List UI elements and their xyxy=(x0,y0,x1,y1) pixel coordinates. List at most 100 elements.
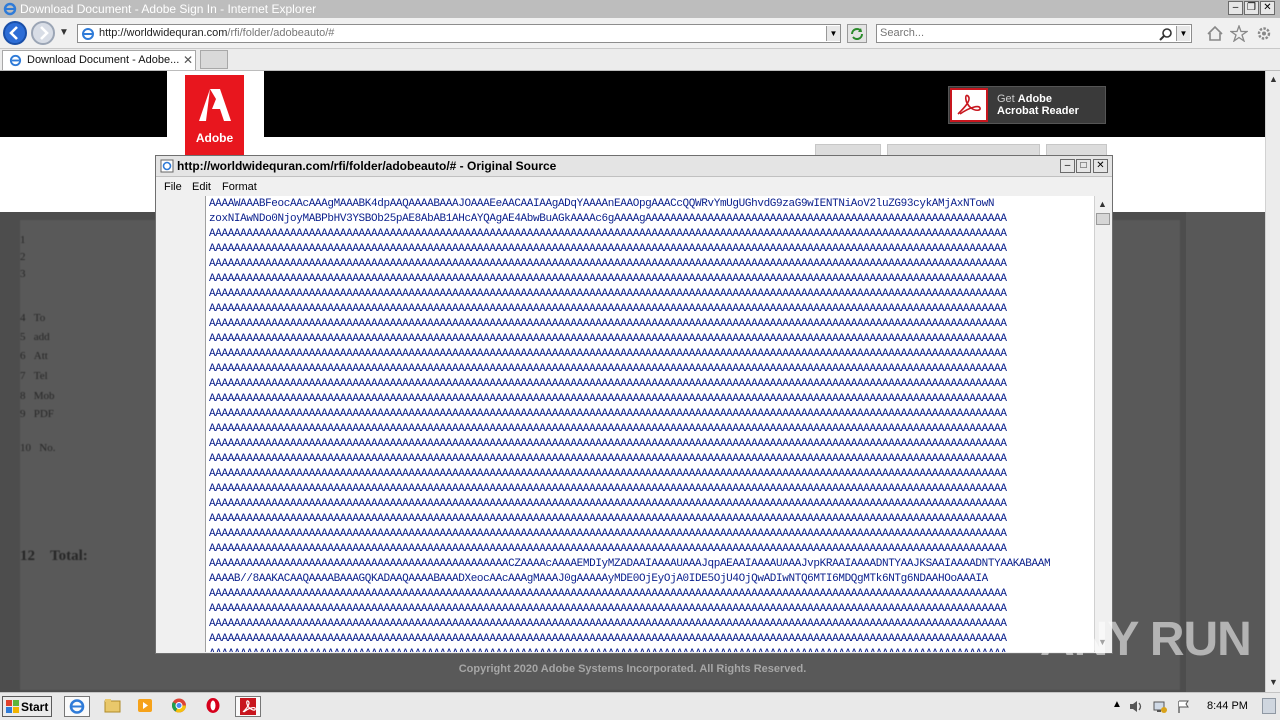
anyrun-watermark: ANY RUN xyxy=(1040,613,1252,666)
doc-row-text: Att xyxy=(33,350,48,362)
doc-row-number: 2 xyxy=(20,251,26,263)
get-reader-line2: Acrobat Reader xyxy=(997,105,1079,117)
search-box[interactable]: ▼ xyxy=(876,24,1192,43)
network-icon[interactable] xyxy=(1152,699,1168,714)
favorites-star-icon[interactable] xyxy=(1230,25,1248,42)
chrome-icon xyxy=(171,698,186,713)
taskbar-acrobat-button[interactable] xyxy=(235,696,261,717)
source-scroll-up-icon[interactable]: ▲ xyxy=(1095,196,1110,212)
doc-row-number: 12 xyxy=(20,548,35,564)
window-titlebar[interactable]: Download Document - Adobe Sign In - Inte… xyxy=(0,0,1280,18)
source-menubar: File Edit Format xyxy=(156,177,1112,195)
source-window-titlebar[interactable]: http://worldwidequran.com/rfi/folder/ado… xyxy=(156,156,1112,177)
doc-row-text: PDF xyxy=(33,408,54,420)
doc-row-text: Mob xyxy=(33,390,55,402)
show-desktop-button[interactable] xyxy=(1262,698,1276,714)
tab-close-icon[interactable]: ✕ xyxy=(183,53,193,67)
opera-icon xyxy=(206,698,220,713)
source-line-gutter xyxy=(158,196,202,652)
arrow-right-icon xyxy=(40,26,49,40)
tab-ie-icon xyxy=(9,54,22,67)
adobe-a-icon xyxy=(199,89,231,121)
search-dropdown-icon[interactable]: ▼ xyxy=(1176,26,1190,41)
get-acrobat-reader-button[interactable]: Get Adobe Acrobat Reader xyxy=(948,86,1106,124)
navigation-bar: ▼ http://worldwidequran.com/rfi/folder/a… xyxy=(0,18,1280,49)
menu-file[interactable]: File xyxy=(164,181,182,193)
menu-edit[interactable]: Edit xyxy=(192,181,211,193)
minimize-button[interactable]: – xyxy=(1228,1,1243,15)
source-minimize-button[interactable]: – xyxy=(1060,159,1075,173)
source-window-title: http://worldwidequran.com/rfi/folder/ado… xyxy=(177,159,557,173)
page-scrollbar[interactable]: ▲ ▼ xyxy=(1265,71,1280,692)
page-header: Adobe Get Adobe Acrobat Reader xyxy=(0,71,1265,155)
address-path: /rfi/folder/adobeauto/# xyxy=(227,27,335,39)
back-button[interactable] xyxy=(3,21,27,45)
search-input[interactable] xyxy=(880,26,1150,40)
menu-format[interactable]: Format xyxy=(222,181,257,193)
tray-expand-icon[interactable]: ▲ xyxy=(1112,699,1122,710)
scroll-down-arrow-icon[interactable]: ▼ xyxy=(1266,674,1280,690)
taskbar: Start ▲ 8:44 PM xyxy=(0,692,1280,720)
source-scroll-thumb[interactable] xyxy=(1096,213,1110,225)
forward-button[interactable] xyxy=(31,21,55,45)
window-title: Download Document - Adobe Sign In - Inte… xyxy=(20,2,317,16)
get-reader-line1: Get Adobe xyxy=(997,93,1052,105)
taskbar-explorer-button[interactable] xyxy=(100,696,126,717)
doc-row-text: No. xyxy=(39,442,56,454)
taskbar-chrome-button[interactable] xyxy=(167,696,193,717)
doc-row-number: 3 xyxy=(20,268,26,280)
doc-row-text: Total: xyxy=(50,548,88,564)
page-icon xyxy=(82,28,94,40)
adobe-logo-text: Adobe xyxy=(195,131,234,145)
tab-bar: Download Document - Adobe... ✕ xyxy=(0,49,1280,71)
action-center-flag-icon[interactable] xyxy=(1176,699,1192,714)
start-button[interactable]: Start xyxy=(2,696,52,717)
ie-icon xyxy=(69,699,85,714)
search-icon[interactable] xyxy=(1159,27,1173,41)
doc-row-number: 4 xyxy=(20,312,26,324)
taskbar-ie-button[interactable] xyxy=(64,696,90,717)
source-maximize-button[interactable]: □ xyxy=(1076,159,1091,173)
arrow-left-icon xyxy=(9,26,18,40)
doc-row-number: 10 xyxy=(20,442,31,454)
address-bar[interactable]: http://worldwidequran.com/rfi/folder/ado… xyxy=(77,24,841,43)
taskbar-media-player-button[interactable] xyxy=(133,696,159,717)
view-source-window[interactable]: http://worldwidequran.com/rfi/folder/ado… xyxy=(155,155,1113,654)
source-text-area[interactable]: AAAAWAAABFeocAAcAAAgMAAABK4dpAAQAAAABAAA… xyxy=(205,196,1094,652)
windows-logo-icon xyxy=(6,700,19,713)
get-reader-brand: Adobe xyxy=(1017,93,1053,105)
source-code[interactable]: AAAAWAAABFeocAAcAAAgMAAABK4dpAAQAAAABAAA… xyxy=(209,197,1051,652)
new-tab-button[interactable] xyxy=(200,50,228,69)
start-label: Start xyxy=(21,700,49,714)
doc-row-number: 5 xyxy=(20,331,26,343)
source-close-button[interactable]: ✕ xyxy=(1093,159,1108,173)
source-scrollbar[interactable]: ▲ ▼ xyxy=(1094,196,1111,652)
media-player-icon xyxy=(138,699,152,712)
doc-row-number: 8 xyxy=(20,390,26,402)
refresh-button[interactable] xyxy=(847,24,867,43)
volume-icon[interactable] xyxy=(1128,699,1144,714)
acrobat-reader-icon xyxy=(950,88,988,122)
address-url[interactable]: http://worldwidequran.com/rfi/folder/ado… xyxy=(99,27,334,39)
gear-icon[interactable] xyxy=(1255,25,1273,42)
tab-download-document[interactable]: Download Document - Adobe... ✕ xyxy=(2,50,196,70)
acrobat-icon xyxy=(240,698,256,715)
restore-button[interactable]: ❐ xyxy=(1244,1,1259,15)
doc-row-text: Tel xyxy=(33,370,48,382)
doc-row-number: 1 xyxy=(20,234,26,246)
ie-logo-icon xyxy=(3,2,17,16)
folder-icon xyxy=(104,699,121,713)
refresh-icon xyxy=(851,28,863,40)
doc-row-number: 9 xyxy=(20,408,26,420)
recent-pages-dropdown-icon[interactable]: ▼ xyxy=(59,27,69,38)
taskbar-opera-button[interactable] xyxy=(201,696,227,717)
tray-clock[interactable]: 8:44 PM xyxy=(1207,700,1248,712)
scroll-up-arrow-icon[interactable]: ▲ xyxy=(1266,71,1280,87)
close-window-button[interactable]: ✕ xyxy=(1260,1,1275,15)
source-ie-icon xyxy=(160,159,174,173)
address-dropdown-icon[interactable]: ▼ xyxy=(826,26,840,41)
address-host: http://worldwidequran.com xyxy=(99,27,228,39)
home-icon[interactable] xyxy=(1206,25,1224,42)
doc-row-number: 6 xyxy=(20,350,26,362)
doc-row-text: add xyxy=(33,331,50,343)
